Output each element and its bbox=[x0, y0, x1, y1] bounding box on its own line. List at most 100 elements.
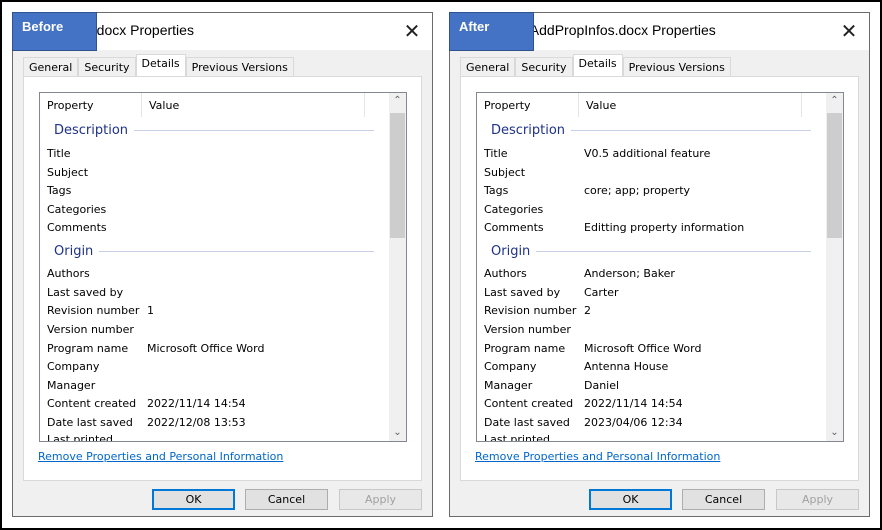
tab-security[interactable]: Security bbox=[515, 57, 573, 77]
tab-previous-versions[interactable]: Previous Versions bbox=[622, 57, 731, 77]
apply-button[interactable]: Apply bbox=[339, 489, 422, 510]
cancel-button[interactable]: Cancel bbox=[245, 489, 328, 510]
property-row[interactable]: Tags bbox=[47, 184, 147, 197]
property-name: Version number bbox=[47, 323, 134, 336]
group-origin: Origin bbox=[491, 244, 811, 259]
property-row[interactable]: Revision number 1 bbox=[47, 304, 154, 317]
ok-button[interactable]: OK bbox=[152, 489, 235, 510]
property-value[interactable]: 1 bbox=[147, 304, 154, 317]
property-row[interactable]: Program name Microsoft Office Word bbox=[47, 342, 264, 355]
column-header-value[interactable]: Value bbox=[579, 93, 802, 117]
scroll-up-icon[interactable]: ⌃ bbox=[389, 95, 406, 106]
scroll-down-icon[interactable]: ⌄ bbox=[389, 427, 406, 438]
property-row[interactable]: Categories bbox=[484, 203, 584, 216]
property-name: Content created bbox=[47, 397, 137, 410]
property-row[interactable]: Program name Microsoft Office Word bbox=[484, 342, 701, 355]
property-value[interactable]: core; app; property bbox=[584, 184, 690, 197]
close-icon[interactable]: ✕ bbox=[839, 19, 859, 43]
property-value[interactable]: 2022/12/08 13:53 bbox=[147, 416, 246, 429]
property-name: Revision number bbox=[484, 304, 577, 317]
property-value[interactable]: V0.5 additional feature bbox=[584, 147, 710, 160]
property-row[interactable]: Last saved by Carter bbox=[484, 286, 619, 299]
property-name: Company bbox=[484, 360, 537, 373]
property-name: Version number bbox=[484, 323, 571, 336]
vertical-scrollbar[interactable]: ⌃ ⌄ bbox=[826, 93, 843, 441]
property-row[interactable]: Subject bbox=[47, 166, 147, 179]
property-name: Date last saved bbox=[47, 416, 133, 429]
tab-bar: General Security Details Previous Versions bbox=[460, 54, 731, 77]
property-value[interactable]: Anderson; Baker bbox=[584, 267, 675, 280]
property-value[interactable]: 2022/11/14 14:54 bbox=[584, 397, 683, 410]
property-row[interactable]: Content created 2022/11/14 14:54 bbox=[47, 397, 246, 410]
group-description: Description bbox=[54, 123, 374, 138]
property-row[interactable]: Last printed bbox=[47, 433, 147, 441]
property-value[interactable]: 2 bbox=[584, 304, 591, 317]
property-row[interactable]: Version number bbox=[47, 323, 147, 336]
property-value[interactable]: 2023/04/06 12:34 bbox=[584, 416, 683, 429]
property-value[interactable]: Microsoft Office Word bbox=[584, 342, 701, 355]
scroll-thumb[interactable] bbox=[827, 113, 842, 238]
property-value[interactable]: 2022/11/14 14:54 bbox=[147, 397, 246, 410]
property-row[interactable]: Categories bbox=[47, 203, 147, 216]
property-name: Subject bbox=[484, 166, 526, 179]
dialog-title: nAddPropInfos.docx Properties bbox=[522, 22, 716, 38]
label-badge: After bbox=[449, 12, 534, 51]
property-row[interactable]: Content created 2022/11/14 14:54 bbox=[484, 397, 683, 410]
property-name: Revision number bbox=[47, 304, 140, 317]
property-row[interactable]: Version number bbox=[484, 323, 584, 336]
property-row[interactable]: Comments bbox=[47, 221, 147, 234]
property-row[interactable]: Title bbox=[47, 147, 147, 160]
property-value[interactable]: Carter bbox=[584, 286, 619, 299]
property-row[interactable]: Subject bbox=[484, 166, 584, 179]
property-row[interactable]: Company Antenna House bbox=[484, 360, 668, 373]
property-row[interactable]: Manager bbox=[47, 379, 147, 392]
details-panel: Property Value Description Origin Title … bbox=[23, 76, 422, 481]
column-header-property[interactable]: Property bbox=[40, 93, 142, 117]
vertical-scrollbar[interactable]: ⌃ ⌄ bbox=[389, 93, 406, 441]
close-icon[interactable]: ✕ bbox=[402, 19, 422, 43]
label-badge: Before bbox=[12, 12, 97, 51]
property-value[interactable]: Editting property information bbox=[584, 221, 744, 234]
ok-button[interactable]: OK bbox=[589, 489, 672, 510]
property-row[interactable]: Company bbox=[47, 360, 147, 373]
property-row[interactable]: Comments Editting property information bbox=[484, 221, 744, 234]
property-row[interactable]: Revision number 2 bbox=[484, 304, 591, 317]
property-row[interactable]: Authors bbox=[47, 267, 147, 280]
remove-properties-link[interactable]: Remove Properties and Personal Informati… bbox=[475, 450, 720, 463]
tab-security[interactable]: Security bbox=[78, 57, 136, 77]
property-row[interactable]: Last printed bbox=[484, 433, 584, 441]
property-value[interactable]: Microsoft Office Word bbox=[147, 342, 264, 355]
property-name: Categories bbox=[484, 203, 544, 216]
property-row[interactable]: Date last saved 2023/04/06 12:34 bbox=[484, 416, 683, 429]
property-list[interactable]: Property Value Description Origin Title … bbox=[39, 92, 407, 442]
property-name: Authors bbox=[47, 267, 90, 280]
list-header: Property Value bbox=[477, 93, 823, 118]
property-value[interactable]: Daniel bbox=[584, 379, 619, 392]
tab-previous-versions[interactable]: Previous Versions bbox=[185, 57, 294, 77]
scroll-up-icon[interactable]: ⌃ bbox=[826, 95, 843, 106]
group-label: Description bbox=[491, 123, 566, 138]
scroll-thumb[interactable] bbox=[390, 113, 405, 238]
property-row[interactable]: Title V0.5 additional feature bbox=[484, 147, 710, 160]
tab-details[interactable]: Details bbox=[135, 54, 186, 76]
remove-properties-link[interactable]: Remove Properties and Personal Informati… bbox=[38, 450, 283, 463]
property-row[interactable]: Last saved by bbox=[47, 286, 147, 299]
details-panel: Property Value Description Origin Title … bbox=[460, 76, 859, 481]
column-header-property[interactable]: Property bbox=[477, 93, 579, 117]
property-row[interactable]: Tags core; app; property bbox=[484, 184, 690, 197]
property-row[interactable]: Date last saved 2022/12/08 13:53 bbox=[47, 416, 246, 429]
property-row[interactable]: Authors Anderson; Baker bbox=[484, 267, 675, 280]
column-header-value[interactable]: Value bbox=[142, 93, 365, 117]
group-label: Origin bbox=[54, 244, 94, 259]
property-list[interactable]: Property Value Description Origin Title … bbox=[476, 92, 844, 442]
apply-button[interactable]: Apply bbox=[776, 489, 859, 510]
property-value[interactable]: Antenna House bbox=[584, 360, 668, 373]
property-row[interactable]: Manager Daniel bbox=[484, 379, 619, 392]
tab-details[interactable]: Details bbox=[572, 54, 623, 76]
before-dialog: e.docx Properties ✕ Before General Securi… bbox=[12, 12, 433, 517]
property-name: Content created bbox=[484, 397, 574, 410]
tab-general[interactable]: General bbox=[23, 57, 79, 77]
scroll-down-icon[interactable]: ⌄ bbox=[826, 427, 843, 438]
cancel-button[interactable]: Cancel bbox=[682, 489, 765, 510]
tab-general[interactable]: General bbox=[460, 57, 516, 77]
